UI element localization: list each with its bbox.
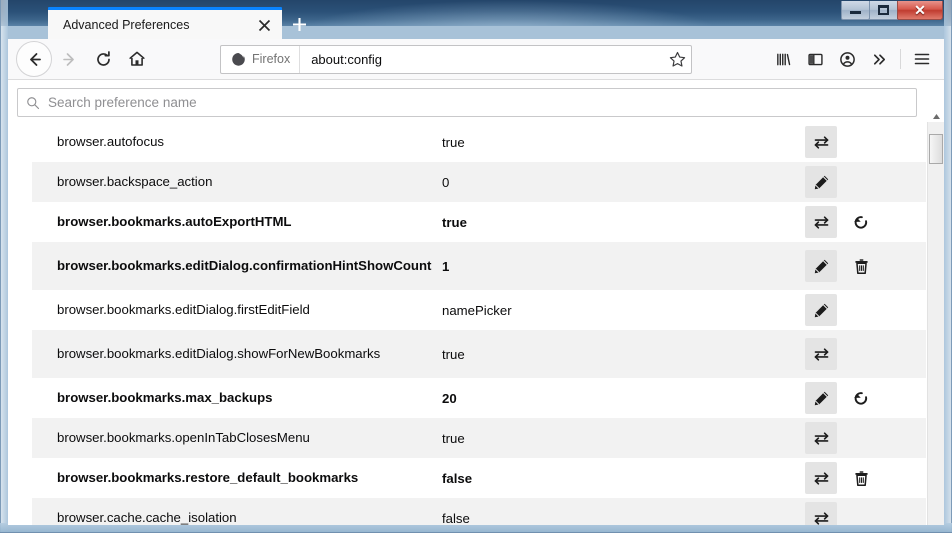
preference-value: true xyxy=(442,214,467,230)
forward-button xyxy=(52,42,86,76)
table-row[interactable]: browser.bookmarks.editDialog.firstEditFi… xyxy=(32,290,926,330)
preference-name: browser.backspace_action xyxy=(57,174,213,190)
search-icon xyxy=(18,96,48,110)
preference-name: browser.bookmarks.editDialog.firstEditFi… xyxy=(57,302,310,318)
table-row[interactable]: browser.backspace_action 0 xyxy=(32,162,926,202)
toolbar-separator xyxy=(900,49,901,69)
bookmark-star-icon[interactable] xyxy=(663,46,691,73)
toggle-button[interactable] xyxy=(805,126,837,158)
toggle-button[interactable] xyxy=(805,206,837,238)
url-bar[interactable]: Firefox about:config xyxy=(220,44,692,74)
tab-title: Advanced Preferences xyxy=(63,18,190,32)
row-action-group xyxy=(805,502,926,525)
preference-value: false xyxy=(442,470,473,486)
row-action-group xyxy=(805,338,926,370)
preference-name: browser.cache.cache_isolation xyxy=(57,510,237,525)
overflow-chevron-icon[interactable] xyxy=(863,43,895,75)
search-preference-input[interactable]: Search preference name xyxy=(17,88,917,117)
table-row[interactable]: browser.bookmarks.restore_default_bookma… xyxy=(32,458,926,498)
home-button[interactable] xyxy=(120,42,154,76)
tab-strip: Advanced Preferences xyxy=(8,7,944,40)
table-row[interactable]: browser.cache.cache_isolation false xyxy=(32,498,926,525)
scroll-up-arrow-icon[interactable] xyxy=(928,108,944,124)
scrollbar-thumb[interactable] xyxy=(929,134,943,164)
firefox-logo-icon xyxy=(232,52,245,66)
close-tab-icon[interactable] xyxy=(250,11,278,39)
back-button[interactable] xyxy=(16,41,52,77)
tab-advanced-preferences[interactable]: Advanced Preferences xyxy=(48,7,282,40)
content-scrollbar[interactable] xyxy=(927,113,944,525)
preference-value: namePicker xyxy=(442,302,512,318)
preference-value: 20 xyxy=(442,390,457,406)
preference-name: browser.bookmarks.editDialog.confirmatio… xyxy=(57,258,432,274)
library-icon[interactable] xyxy=(767,43,799,75)
table-row[interactable]: browser.bookmarks.editDialog.confirmatio… xyxy=(32,242,926,290)
new-tab-button[interactable] xyxy=(284,9,314,40)
table-row[interactable]: browser.bookmarks.editDialog.showForNewB… xyxy=(32,330,926,378)
edit-button[interactable] xyxy=(805,250,837,282)
table-row[interactable]: browser.autofocus true xyxy=(32,122,926,162)
delete-icon[interactable] xyxy=(845,462,877,494)
preference-name: browser.autofocus xyxy=(57,134,165,150)
row-action-group xyxy=(805,382,926,414)
search-placeholder-text: Search preference name xyxy=(48,95,197,110)
reload-button[interactable] xyxy=(86,42,120,76)
preference-value: 0 xyxy=(442,174,450,190)
edit-button[interactable] xyxy=(805,166,837,198)
preference-name: browser.bookmarks.editDialog.showForNewB… xyxy=(57,346,381,362)
row-action-group xyxy=(805,294,926,326)
preference-name: browser.bookmarks.openInTabClosesMenu xyxy=(57,430,310,446)
preference-name: browser.bookmarks.max_backups xyxy=(57,390,273,406)
reset-icon[interactable] xyxy=(845,382,877,414)
preference-value: false xyxy=(442,510,470,526)
table-row[interactable]: browser.bookmarks.autoExportHTML true xyxy=(32,202,926,242)
edit-button[interactable] xyxy=(805,382,837,414)
row-action-group xyxy=(805,462,926,494)
url-text[interactable]: about:config xyxy=(300,52,663,67)
row-action-group xyxy=(805,206,926,238)
row-action-group xyxy=(805,422,926,454)
preference-value: 1 xyxy=(442,258,450,274)
browser-window: ✕ Advanced Preferences Firefox about:con… xyxy=(0,0,952,533)
row-action-group xyxy=(805,126,926,158)
preference-list: browser.autofocus true browser.backspace_… xyxy=(32,122,926,525)
toggle-button[interactable] xyxy=(805,502,837,525)
delete-icon[interactable] xyxy=(845,250,877,282)
preference-value: true xyxy=(442,346,465,362)
window-frame-left xyxy=(0,0,8,533)
preference-name: browser.bookmarks.autoExportHTML xyxy=(57,214,292,230)
toggle-button[interactable] xyxy=(805,462,837,494)
identity-box[interactable]: Firefox xyxy=(221,45,301,73)
identity-label: Firefox xyxy=(252,52,291,66)
account-icon[interactable] xyxy=(831,43,863,75)
reset-icon[interactable] xyxy=(845,206,877,238)
sidebar-icon[interactable] xyxy=(799,43,831,75)
preference-name: browser.bookmarks.restore_default_bookma… xyxy=(57,470,359,486)
table-row[interactable]: browser.bookmarks.max_backups 20 xyxy=(32,378,926,418)
row-action-group xyxy=(805,250,926,282)
preference-value: true xyxy=(442,430,465,446)
preference-value: true xyxy=(442,134,465,150)
window-frame-right xyxy=(944,0,952,533)
table-row[interactable]: browser.bookmarks.openInTabClosesMenu tru… xyxy=(32,418,926,458)
toggle-button[interactable] xyxy=(805,422,837,454)
hamburger-menu-icon[interactable] xyxy=(906,43,938,75)
row-action-group xyxy=(805,166,926,198)
toolbar-icon-group xyxy=(767,43,944,75)
about-config-page: Search preference name browser.autofocus… xyxy=(8,80,944,525)
navigation-toolbar: Firefox about:config xyxy=(8,39,944,80)
edit-button[interactable] xyxy=(805,294,837,326)
toggle-button[interactable] xyxy=(805,338,837,370)
